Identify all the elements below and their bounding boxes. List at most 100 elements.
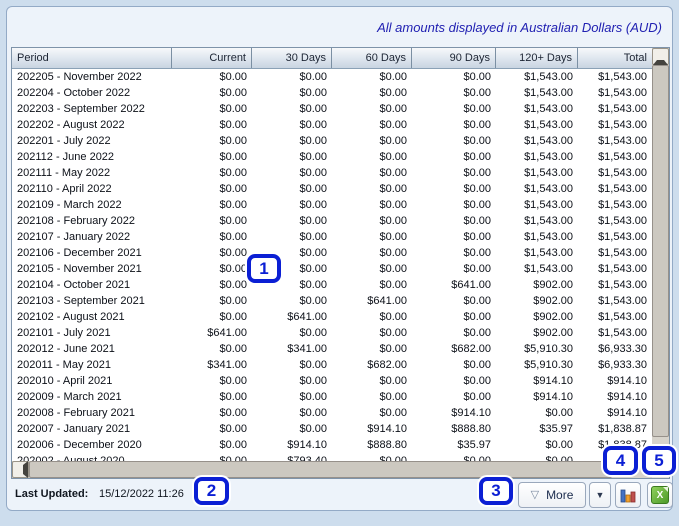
table-row[interactable]: 202204 - October 2022$0.00$0.00$0.00$0.0… (12, 85, 652, 101)
column-header-30-days[interactable]: 30 Days (252, 48, 332, 68)
period-cell: 202007 - January 2021 (12, 421, 172, 437)
period-cell: 202006 - December 2020 (12, 437, 172, 453)
amount-cell: $0.00 (172, 277, 252, 293)
amount-cell: $0.00 (252, 69, 332, 85)
table-header: PeriodCurrent30 Days60 Days90 Days120+ D… (12, 48, 652, 69)
amount-cell: $0.00 (332, 197, 412, 213)
table-row[interactable]: 202205 - November 2022$0.00$0.00$0.00$0.… (12, 69, 652, 85)
amount-cell: $1,543.00 (496, 197, 578, 213)
amount-cell: $0.00 (412, 181, 496, 197)
column-header-90-days[interactable]: 90 Days (412, 48, 496, 68)
table-row[interactable]: 202009 - March 2021$0.00$0.00$0.00$0.00$… (12, 389, 652, 405)
amount-cell: $0.00 (332, 245, 412, 261)
amount-cell: $0.00 (412, 373, 496, 389)
amount-cell: $0.00 (412, 133, 496, 149)
table-row[interactable]: 202010 - April 2021$0.00$0.00$0.00$0.00$… (12, 373, 652, 389)
column-header-120-days[interactable]: 120+ Days (496, 48, 578, 68)
period-cell: 202012 - June 2021 (12, 341, 172, 357)
table-row[interactable]: 202007 - January 2021$0.00$0.00$914.10$8… (12, 421, 652, 437)
table-row[interactable]: 202110 - April 2022$0.00$0.00$0.00$0.00$… (12, 181, 652, 197)
amount-cell: $0.00 (332, 389, 412, 405)
period-cell: 202011 - May 2021 (12, 357, 172, 373)
table-row[interactable]: 202103 - September 2021$0.00$0.00$641.00… (12, 293, 652, 309)
more-dropdown-button[interactable]: ▼ (589, 482, 611, 508)
amount-cell: $0.00 (332, 325, 412, 341)
currency-notice: All amounts displayed in Australian Doll… (377, 20, 662, 35)
amount-cell: $0.00 (332, 85, 412, 101)
amount-cell: $0.00 (172, 373, 252, 389)
table-row[interactable]: 202012 - June 2021$0.00$341.00$0.00$682.… (12, 341, 652, 357)
amount-cell: $0.00 (332, 117, 412, 133)
scroll-up-button[interactable] (652, 48, 669, 65)
column-header-period[interactable]: Period (12, 48, 172, 68)
amount-cell: $0.00 (252, 181, 332, 197)
table-row[interactable]: 202101 - July 2021$641.00$0.00$0.00$0.00… (12, 325, 652, 341)
last-updated-label: Last Updated: (15, 488, 88, 500)
amount-cell: $0.00 (252, 85, 332, 101)
table-row[interactable]: 202203 - September 2022$0.00$0.00$0.00$0… (12, 101, 652, 117)
scroll-left-button[interactable] (12, 461, 29, 478)
column-header-total[interactable]: Total (578, 48, 652, 68)
amount-cell: $0.00 (412, 229, 496, 245)
amount-cell: $0.00 (172, 85, 252, 101)
period-cell: 202204 - October 2022 (12, 85, 172, 101)
vertical-scroll-thumb[interactable] (652, 65, 669, 437)
amount-cell: $0.00 (412, 149, 496, 165)
amount-cell: $5,910.30 (496, 341, 578, 357)
amount-cell: $1,543.00 (496, 101, 578, 117)
period-cell: 202103 - September 2021 (12, 293, 172, 309)
table-row[interactable]: 202112 - June 2022$0.00$0.00$0.00$0.00$1… (12, 149, 652, 165)
table-row[interactable]: 202201 - July 2022$0.00$0.00$0.00$0.00$1… (12, 133, 652, 149)
table-row[interactable]: 202108 - February 2022$0.00$0.00$0.00$0.… (12, 213, 652, 229)
excel-export-button[interactable]: X (647, 482, 673, 508)
table-row[interactable]: 202202 - August 2022$0.00$0.00$0.00$0.00… (12, 117, 652, 133)
column-header-current[interactable]: Current (172, 48, 252, 68)
aged-balance-table: PeriodCurrent30 Days60 Days90 Days120+ D… (11, 47, 670, 479)
amount-cell: $0.00 (332, 405, 412, 421)
amount-cell: $0.00 (412, 293, 496, 309)
more-button[interactable]: ▽ More (518, 482, 586, 508)
table-row[interactable]: 202008 - February 2021$0.00$0.00$0.00$91… (12, 405, 652, 421)
vertical-scrollbar[interactable] (652, 48, 669, 463)
amount-cell: $0.00 (172, 309, 252, 325)
table-row[interactable]: 202109 - March 2022$0.00$0.00$0.00$0.00$… (12, 197, 652, 213)
amount-cell: $1,543.00 (578, 213, 652, 229)
horizontal-scroll-thumb[interactable] (29, 461, 612, 478)
amount-cell: $1,543.00 (578, 101, 652, 117)
amount-cell: $0.00 (412, 245, 496, 261)
table-row[interactable]: 202104 - October 2021$0.00$0.00$0.00$641… (12, 277, 652, 293)
horizontal-scrollbar[interactable] (12, 461, 654, 478)
amount-cell: $0.00 (252, 293, 332, 309)
amount-cell: $914.10 (252, 437, 332, 453)
amount-cell: $0.00 (172, 213, 252, 229)
amount-cell: $0.00 (496, 437, 578, 453)
period-cell: 202112 - June 2022 (12, 149, 172, 165)
amount-cell: $341.00 (172, 357, 252, 373)
amount-cell: $0.00 (412, 309, 496, 325)
table-row[interactable]: 202105 - November 2021$0.00$0.00$0.00$0.… (12, 261, 652, 277)
table-row[interactable]: 202111 - May 2022$0.00$0.00$0.00$0.00$1,… (12, 165, 652, 181)
chevron-left-icon (13, 461, 28, 478)
chart-button[interactable] (615, 482, 641, 508)
amount-cell: $1,543.00 (578, 181, 652, 197)
amount-cell: $1,543.00 (496, 261, 578, 277)
table-row[interactable]: 202102 - August 2021$0.00$641.00$0.00$0.… (12, 309, 652, 325)
period-cell: 202101 - July 2021 (12, 325, 172, 341)
table-row[interactable]: 202011 - May 2021$341.00$0.00$682.00$0.0… (12, 357, 652, 373)
amount-cell: $0.00 (332, 309, 412, 325)
amount-cell: $0.00 (412, 261, 496, 277)
amount-cell: $0.00 (252, 133, 332, 149)
amount-cell: $888.80 (332, 437, 412, 453)
table-row[interactable]: 202107 - January 2022$0.00$0.00$0.00$0.0… (12, 229, 652, 245)
amount-cell: $914.10 (332, 421, 412, 437)
amount-cell: $0.00 (252, 213, 332, 229)
amount-cell: $0.00 (252, 373, 332, 389)
amount-cell: $1,543.00 (578, 309, 652, 325)
amount-cell: $0.00 (332, 69, 412, 85)
column-header-60-days[interactable]: 60 Days (332, 48, 412, 68)
table-row[interactable]: 202106 - December 2021$0.00$0.00$0.00$0.… (12, 245, 652, 261)
amount-cell: $902.00 (496, 277, 578, 293)
amount-cell: $0.00 (172, 69, 252, 85)
table-row[interactable]: 202006 - December 2020 $0.00 $914.10$888.8… (12, 437, 652, 453)
period-cell: 202104 - October 2021 (12, 277, 172, 293)
